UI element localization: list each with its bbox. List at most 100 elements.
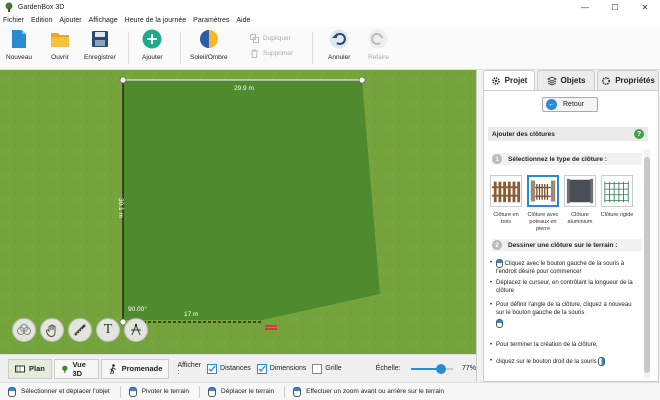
duplicate-button[interactable]: Dupliquer (250, 34, 291, 43)
close-button[interactable]: ✕ (630, 0, 660, 14)
dimension-left: 30.1 m (117, 198, 124, 218)
title-bar: GardenBox 3D — ☐ ✕ (0, 0, 660, 14)
arrow-left-icon: ← (546, 99, 557, 110)
instruction-1: Cliquez avec le bouton gauche de la sour… (490, 259, 636, 276)
tab-proprietes[interactable]: Propriétés (597, 70, 659, 90)
instruction-3: Pour définir l'angle de la clôture, cliq… (490, 301, 636, 328)
plus-icon (142, 29, 162, 49)
panel-scrollbar-thumb[interactable] (644, 157, 650, 373)
mouse-left-icon (496, 259, 503, 268)
compass-icon (131, 323, 141, 336)
zoom-slider[interactable] (410, 363, 453, 374)
vertex-handle[interactable] (358, 76, 366, 84)
tab-plan[interactable]: Plan (8, 358, 52, 379)
rigid-fence-icon (601, 175, 633, 207)
zoom-slider-handle[interactable] (435, 363, 446, 374)
new-button[interactable]: Nouveau (6, 29, 32, 61)
mouse-middle-icon (208, 386, 217, 397)
pan-tool[interactable] (40, 318, 64, 342)
layers-stack-icon (546, 75, 557, 86)
hint-pivot: Pivoter le terrain (128, 386, 189, 397)
checkmark-icon (208, 365, 216, 372)
text-tool[interactable]: T (96, 318, 120, 342)
tab-vue3d[interactable]: Vue 3D (53, 358, 99, 379)
toolbar-separator (312, 32, 313, 64)
draw-fence-tool[interactable] (124, 318, 148, 342)
toolbar-separator (128, 32, 129, 64)
wood-fence-icon (490, 175, 522, 207)
dimension-bottom: 17 m (184, 311, 199, 318)
mouse-left-icon (8, 386, 16, 397)
checkmark-icon (258, 365, 266, 372)
sun-shadow-button[interactable]: Soleil/Ombre (190, 29, 228, 61)
menu-bar: Fichier Edition Ajouter Affichage Heure … (0, 14, 660, 27)
menu-parametres[interactable]: Paramètres (193, 17, 229, 24)
properties-panel: Projet Objets Propriétés ← Retour Ajoute… (476, 70, 660, 382)
undo-icon (329, 29, 349, 49)
minimize-button[interactable]: — (570, 0, 600, 14)
dimensions-checkbox[interactable]: Dimensions (256, 363, 306, 374)
save-icon (91, 31, 108, 47)
fence-option-rigid[interactable]: Clôture rigide (600, 175, 634, 219)
mouse-left-icon (496, 319, 503, 328)
menu-fichier[interactable]: Fichier (3, 17, 24, 24)
menu-aide[interactable]: Aide (236, 17, 250, 24)
view-bar: Plan Vue 3D Promenade Afficher : Distanc… (0, 354, 476, 382)
display-label: Afficher : (177, 361, 202, 376)
plan-icon (15, 365, 25, 372)
instruction-4: Pour terminer la création de la clôture, (490, 341, 636, 349)
menu-ajouter[interactable]: Ajouter (59, 17, 81, 24)
window-title: GardenBox 3D (18, 3, 65, 11)
measure-tool[interactable] (68, 318, 92, 342)
settings-icon (602, 76, 611, 85)
sun-shadow-icon (199, 30, 218, 48)
menu-edition[interactable]: Edition (31, 17, 52, 24)
tab-objets[interactable]: Objets (537, 70, 595, 90)
layers-tool[interactable] (12, 318, 36, 342)
vertex-handle[interactable] (119, 76, 127, 84)
fence-option-wood[interactable]: Clôture en bois (489, 175, 523, 226)
fence-option-stone-posts[interactable]: Clôture avec poteaux en pierre (526, 175, 560, 233)
zoom-value: 77% (461, 365, 476, 372)
redo-icon (368, 29, 388, 49)
folder-icon (51, 33, 69, 47)
scale-label: Échelle: (375, 365, 401, 372)
duplicate-icon (250, 34, 259, 43)
panel-body: ← Retour Ajouter des clôtures ? 1 Sélect… (483, 90, 659, 382)
terrain-drawing[interactable] (0, 70, 476, 354)
dimension-top: 29.9 m (234, 85, 254, 92)
walking-person-icon (109, 363, 116, 374)
app-logo-icon (5, 2, 13, 12)
garden-canvas[interactable]: 29.9 m 30.1 m 90.00° 17 m T (0, 70, 476, 354)
maximize-button[interactable]: ☐ (600, 0, 630, 14)
hint-select: Sélectionner et déplacer l'objet (8, 386, 110, 397)
add-button[interactable]: Ajouter (142, 29, 163, 61)
grid-checkbox[interactable]: Grille (312, 363, 342, 374)
tab-projet[interactable]: Projet (483, 70, 535, 90)
new-file-icon (12, 30, 27, 48)
ruler-icon (74, 324, 86, 336)
tree-icon (61, 365, 68, 373)
delete-button[interactable]: Supprimer (250, 49, 293, 58)
status-bar: Sélectionner et déplacer l'objet Pivoter… (0, 382, 660, 400)
fence-option-aluminium[interactable]: Clôture aluminium (563, 175, 597, 226)
terrain-polygon[interactable] (123, 80, 380, 320)
instruction-2: Déplacez le curseur, en contrôlant la lo… (490, 279, 636, 295)
mouse-wheel-icon (293, 386, 302, 397)
angle-label: 90.00° (128, 306, 147, 313)
help-icon[interactable]: ? (634, 129, 644, 139)
distances-checkbox[interactable]: Distances (207, 363, 251, 374)
hand-icon (46, 324, 56, 337)
menu-affichage[interactable]: Affichage (89, 17, 118, 24)
redo-button[interactable]: Refaire (368, 29, 389, 61)
open-button[interactable]: Ouvrir (50, 29, 70, 61)
menu-heure[interactable]: Heure de la journée (125, 17, 187, 24)
undo-button[interactable]: Annuler (328, 29, 350, 61)
step-1-header: 1 Sélectionnez le type de clôture : (492, 153, 642, 165)
instruction-5: cliquez sur le bouton droit de la souris (490, 357, 636, 366)
fence-cursor-icon (265, 325, 277, 333)
save-button[interactable]: Enregistrer (84, 29, 116, 61)
back-button[interactable]: ← Retour (542, 97, 598, 112)
text-icon: T (103, 322, 113, 337)
tab-promenade[interactable]: Promenade (100, 358, 170, 379)
